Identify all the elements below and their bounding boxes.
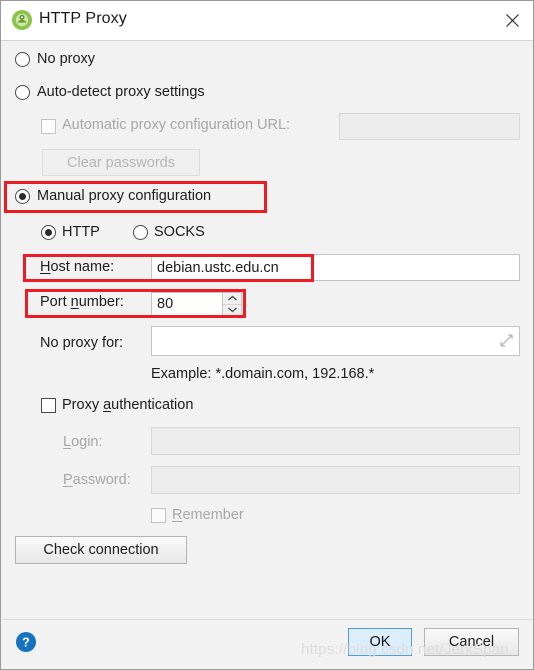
stepper-up-icon[interactable] <box>223 293 241 305</box>
android-studio-icon <box>11 9 33 31</box>
radio-protocol-socks[interactable] <box>133 225 148 240</box>
host-name-value: debian.ustc.edu.cn <box>157 259 279 276</box>
checkbox-remember[interactable] <box>151 508 166 523</box>
label-password: Password: <box>63 472 131 488</box>
clear-passwords-label: Clear passwords <box>67 154 175 171</box>
label-login: Login: <box>63 434 103 450</box>
password-input[interactable] <box>151 466 520 494</box>
check-connection-button[interactable]: Check connection <box>15 536 187 564</box>
checkbox-auto-config-url[interactable] <box>41 119 56 134</box>
radio-manual-proxy[interactable] <box>15 189 30 204</box>
page-title: HTTP Proxy <box>39 10 127 27</box>
login-label-rest: ogin: <box>71 434 103 450</box>
clear-passwords-button[interactable]: Clear passwords <box>42 149 200 176</box>
port-mnemonic: n <box>70 294 79 310</box>
svg-text:?: ? <box>22 636 30 650</box>
port-number-stepper[interactable] <box>223 292 242 316</box>
radio-no-proxy[interactable] <box>15 52 30 67</box>
remember-mnemonic: R <box>172 507 183 523</box>
radio-auto-detect[interactable] <box>15 85 30 100</box>
label-auto-config-url: Automatic proxy configuration URL: <box>62 117 291 133</box>
password-mnemonic: P <box>63 472 73 488</box>
remember-label-rest: emember <box>182 507 244 523</box>
port-label-pre: Port <box>40 294 71 310</box>
close-icon[interactable] <box>489 1 533 39</box>
host-name-input[interactable]: debian.ustc.edu.cn <box>151 254 520 281</box>
password-label-rest: assword: <box>72 472 131 488</box>
port-label-post: umber: <box>78 294 124 310</box>
port-number-input[interactable]: 80 <box>151 292 223 316</box>
expand-icon[interactable] <box>500 334 513 347</box>
label-proxy-authentication: Proxy authentication <box>62 397 193 413</box>
http-proxy-dialog: HTTP Proxy No proxy Auto-detect proxy se… <box>0 0 534 670</box>
host-name-label-rest: ost name: <box>50 259 115 275</box>
check-connection-label: Check connection <box>43 542 159 558</box>
proxy-auth-mnemonic: a <box>103 397 112 413</box>
title-bar: HTTP Proxy <box>1 1 533 41</box>
label-no-proxy: No proxy <box>37 51 96 67</box>
checkbox-proxy-authentication[interactable] <box>41 398 56 413</box>
label-no-proxy-for: No proxy for: <box>40 335 123 351</box>
help-icon[interactable]: ? <box>15 631 37 653</box>
label-host-name: Host name: <box>40 259 114 275</box>
radio-protocol-http[interactable] <box>41 225 56 240</box>
proxy-auth-pre: Proxy <box>62 397 104 413</box>
label-auto-detect: Auto-detect proxy settings <box>37 84 205 100</box>
label-port-number: Port number: <box>40 294 124 310</box>
login-input[interactable] <box>151 427 520 455</box>
footer-divider <box>2 619 533 620</box>
auto-config-url-input[interactable] <box>339 113 520 140</box>
watermark-text: https://blog.csdn.net/JerkSpan <box>301 641 509 658</box>
port-number-value: 80 <box>157 296 174 312</box>
example-hint: Example: *.domain.com, 192.168.* <box>151 366 375 382</box>
label-manual-proxy: Manual proxy configuration <box>37 188 212 204</box>
label-protocol-socks: SOCKS <box>154 224 205 240</box>
label-protocol-http: HTTP <box>62 224 100 240</box>
no-proxy-for-input[interactable] <box>151 326 520 356</box>
host-name-mnemonic: H <box>40 259 51 275</box>
proxy-auth-post: uthentication <box>111 397 194 413</box>
stepper-down-icon[interactable] <box>223 305 241 316</box>
label-remember: Remember <box>172 507 244 523</box>
login-mnemonic: L <box>63 434 72 450</box>
